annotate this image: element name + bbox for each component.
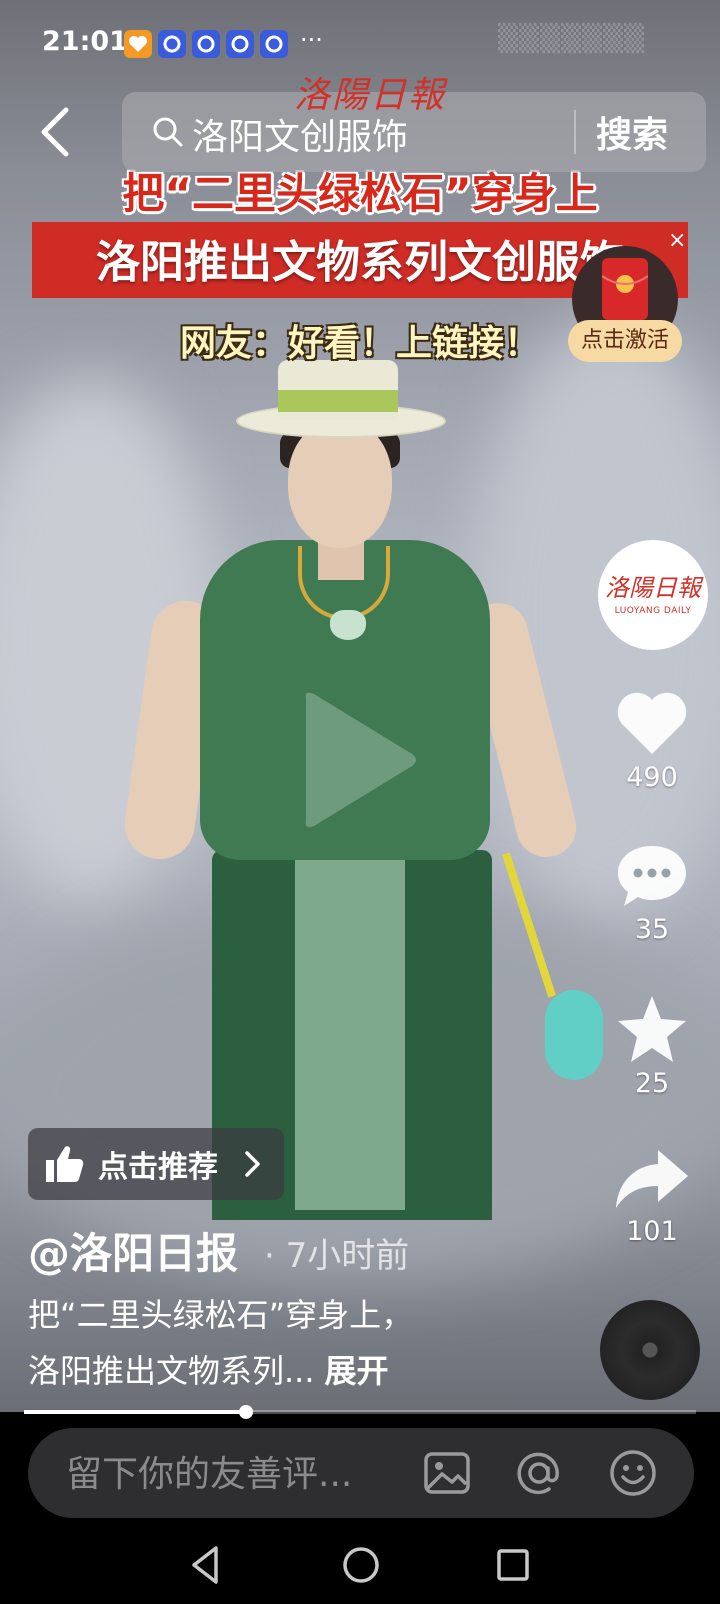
back-arrow-icon[interactable] [36,104,76,160]
comment-bubble-icon [618,846,686,906]
more-notifications-indicator: ··· [300,26,323,54]
author-name[interactable]: @洛阳日报 [28,1220,238,1281]
thumbs-up-icon [46,1146,84,1182]
search-button[interactable]: 搜索 [596,106,668,158]
like-count: 490 [626,762,678,793]
play-icon[interactable] [300,690,420,830]
share-count: 101 [626,1216,678,1247]
share-button[interactable]: 101 [604,1146,700,1247]
expand-caption-button[interactable]: 展开 [325,1352,389,1390]
search-icon [152,116,184,152]
nav-back-icon[interactable] [182,1540,232,1590]
avatar-logo-subtitle: LUOYANG DAILY [614,606,692,616]
video-progress-handle[interactable] [238,1405,253,1419]
caption-line-2-text: 洛阳推出文物系列... [28,1352,315,1390]
heart-app-icon [124,30,152,58]
app-notification-icon [158,30,186,58]
image-icon[interactable] [420,1446,474,1500]
post-time: · 7小时前 [264,1236,410,1276]
caption-line-1: 把“二里头绿松石”穿身上， [28,1296,414,1334]
avatar-logo-text: 洛陽日報 [605,574,701,602]
comment-button[interactable]: 35 [604,842,700,945]
like-button[interactable]: 490 [604,690,700,793]
chevron-right-icon [245,1151,260,1177]
account-avatar[interactable]: 洛陽日報 LUOYANG DAILY [598,540,708,650]
recommend-label: 点击推荐 [98,1150,218,1185]
red-packet-close-icon[interactable]: × [668,228,686,253]
status-time: 21:01 [42,26,128,57]
newspaper-watermark-logo: 洛陽日報 [294,75,447,116]
nav-recents-icon[interactable] [488,1540,538,1590]
comment-input[interactable] [64,1446,388,1502]
red-packet-activate-label[interactable]: 点击激活 [568,320,682,362]
app-notification-icon [260,30,288,58]
favorite-button[interactable]: 25 [604,994,700,1099]
comment-bar[interactable] [28,1428,694,1518]
platform-watermark: ▒▒▒▒▒▒▒ [498,24,645,54]
app-notification-icon [226,30,254,58]
emoji-icon[interactable] [606,1446,660,1500]
favorite-count: 25 [634,1068,670,1099]
search-divider [574,110,576,154]
star-icon [618,996,686,1062]
nav-home-icon[interactable] [336,1540,386,1590]
heart-icon [617,692,687,754]
mention-icon[interactable] [512,1446,566,1500]
app-notification-icon [192,30,220,58]
comment-count: 35 [634,914,670,945]
red-envelope-icon [601,258,649,320]
video-progress-bar[interactable] [24,1405,696,1419]
video-progress-fill [24,1410,246,1414]
music-disc-icon[interactable] [600,1300,700,1400]
app-screen: 把“二里头绿松石”穿身上 洛阳推出文物系列文创服饰 网友：好看！上链接！ ▒▒▒… [0,0,720,1604]
recommend-button[interactable]: 点击推荐 [28,1128,284,1200]
caption-line-2: 洛阳推出文物系列... 展开 [28,1346,389,1392]
share-arrow-icon [616,1150,688,1208]
